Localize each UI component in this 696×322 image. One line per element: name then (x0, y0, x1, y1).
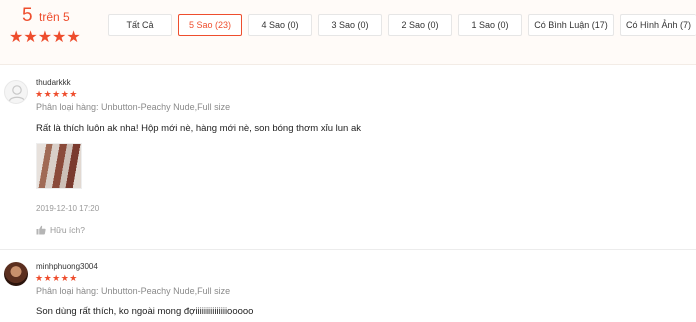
review-comment: Rất là thích luôn ak nha! Hộp mới nè, hà… (36, 123, 361, 134)
score-value: 5 (22, 5, 33, 26)
thumbs-up-icon (36, 225, 46, 235)
score-suffix: trên 5 (39, 10, 70, 24)
review-star-icons: ★★★★★ (35, 89, 78, 99)
review-star-icons: ★★★★★ (35, 273, 78, 283)
review-username[interactable]: minhphuong3004 (36, 262, 98, 271)
filter-1-star[interactable]: 1 Sao (0) (458, 14, 522, 36)
helpful-button[interactable]: Hữu ích? (36, 225, 85, 235)
review-item: minhphuong3004 ★★★★★ Phân loại hàng: Unb… (0, 250, 696, 322)
filter-all[interactable]: Tất Cả (108, 14, 172, 36)
overview-star-icons: ★★★★★ (9, 29, 81, 46)
review-variation: Phân loại hàng: Unbutton-Peachy Nude,Ful… (36, 286, 231, 296)
helpful-label: Hữu ích? (50, 225, 85, 235)
review-photo-thumbnail[interactable] (36, 143, 82, 189)
review-item: thudarkkk ★★★★★ Phân loại hàng: Unbutton… (0, 66, 696, 249)
review-time: 2019-12-10 17:20 (36, 204, 100, 213)
review-comment: Son dùng rất thích, ko ngoài mong đợiiii… (36, 306, 254, 317)
rating-overview: 5 trên 5 ★★★★★ Tất Cả 5 Sao (23) 4 Sao (… (0, 0, 696, 65)
avatar[interactable] (4, 80, 28, 104)
avatar[interactable] (4, 262, 28, 286)
filter-with-image[interactable]: Có Hình Ảnh (7) (620, 14, 696, 36)
filter-5-star[interactable]: 5 Sao (23) (178, 14, 242, 36)
filter-4-star[interactable]: 4 Sao (0) (248, 14, 312, 36)
filter-3-star[interactable]: 3 Sao (0) (318, 14, 382, 36)
filter-with-comment[interactable]: Có Bình Luận (17) (528, 14, 614, 36)
review-username[interactable]: thudarkkk (36, 78, 71, 87)
user-placeholder-icon (8, 85, 26, 102)
review-variation: Phân loại hàng: Unbutton-Peachy Nude,Ful… (36, 102, 231, 112)
average-score: 5 trên 5 (22, 5, 70, 27)
filter-2-star[interactable]: 2 Sao (0) (388, 14, 452, 36)
